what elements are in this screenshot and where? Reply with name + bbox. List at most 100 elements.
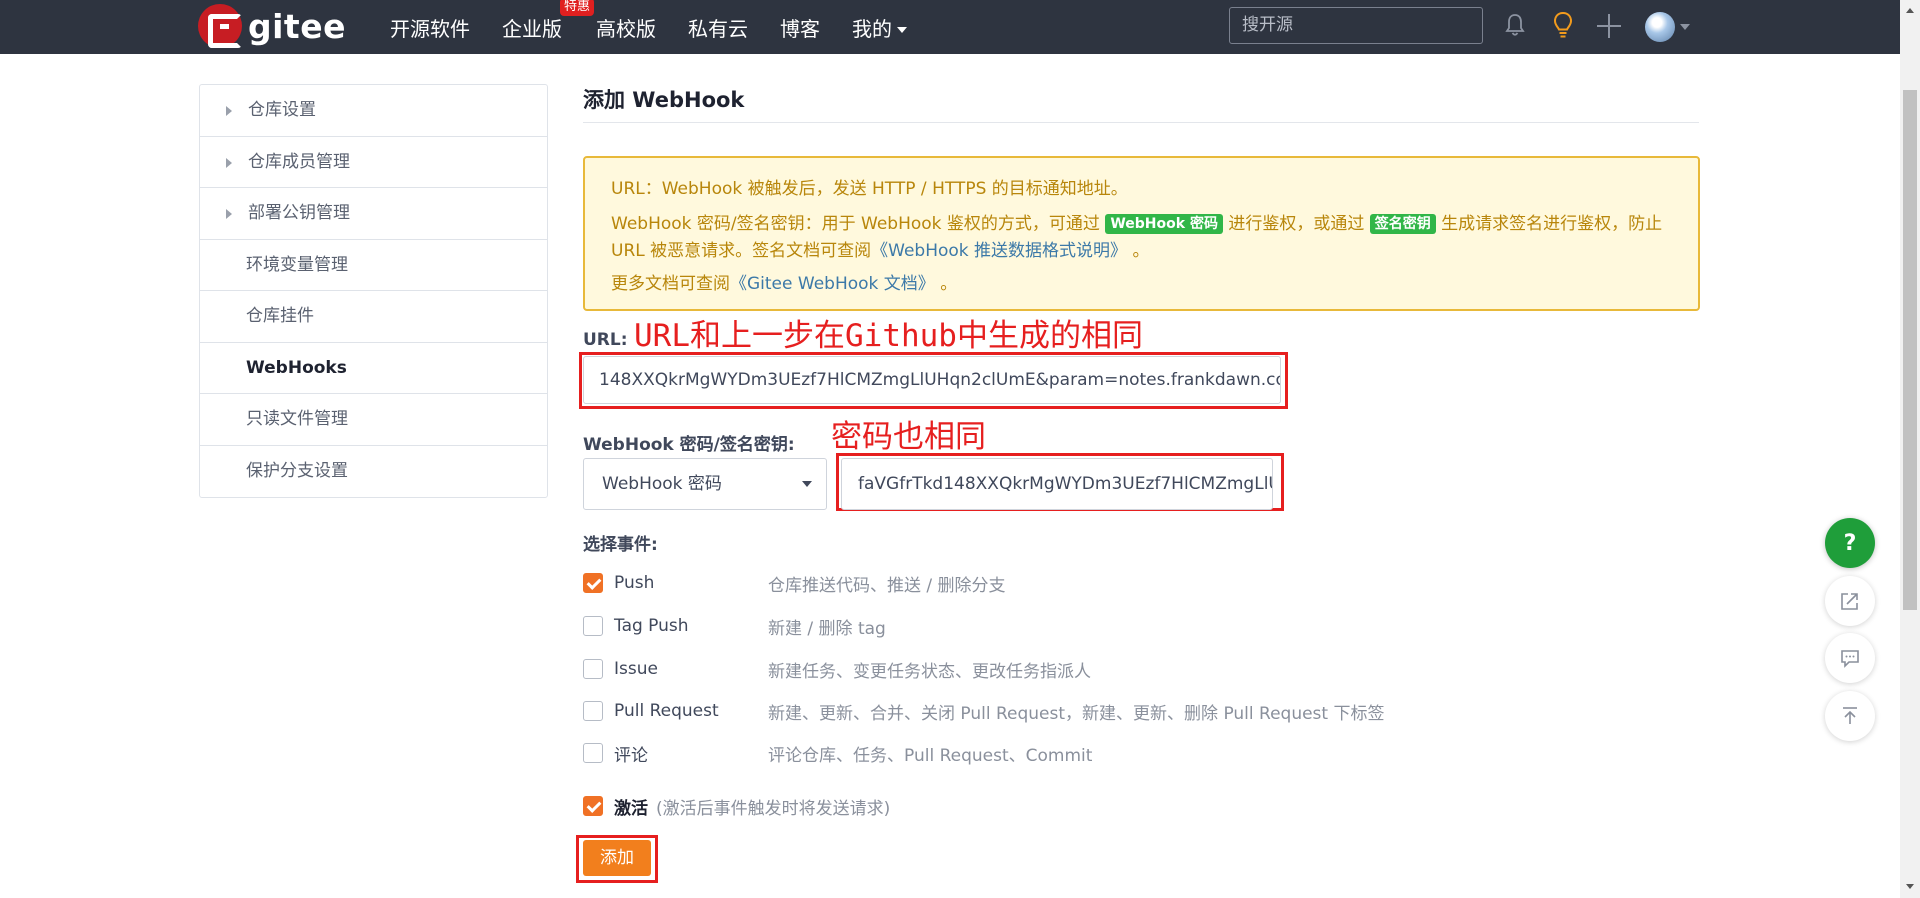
nav-item-mine-label: 我的 (852, 16, 892, 41)
share-button[interactable] (1825, 576, 1875, 626)
notice-text: 。 (1132, 241, 1150, 261)
caret-right-icon (226, 209, 232, 219)
chevron-down-icon (802, 481, 812, 487)
gitee-webhook-doc-link[interactable]: 《Gitee WebHook 文档》 (730, 274, 935, 294)
caret-right-icon (226, 106, 232, 116)
info-notice: URL：WebHook 被触发后，发送 HTTP / HTTPS 的目标通知地址… (583, 156, 1700, 311)
sidebar-item-label: 仓库成员管理 (248, 151, 350, 172)
event-row-tag-push: Tag Push 新建 / 删除 tag (583, 614, 886, 639)
notice-text: 更多文档可查阅 (611, 274, 730, 294)
event-description: 仓库推送代码、推送 / 删除分支 (768, 575, 1006, 596)
sidebar-item-label: 保护分支设置 (246, 460, 348, 481)
notice-text: 。 (940, 274, 958, 294)
activate-checkbox[interactable] (583, 796, 603, 816)
sidebar-item-label: 仓库挂件 (246, 306, 314, 326)
settings-sidebar: 仓库设置 仓库成员管理 部署公钥管理 环境变量管理 仓库挂件 WebHooks … (199, 84, 548, 498)
notice-url-text: URL：WebHook 被触发后，发送 HTTP / HTTPS 的目标通知地址… (611, 179, 1128, 199)
notice-secret-text: WebHook 密码/签名密钥：用于 WebHook 鉴权的方式，可通过 Web… (611, 211, 1672, 265)
push-format-doc-link[interactable]: 《WebHook 推送数据格式说明》 (871, 241, 1127, 261)
event-description: 新建 / 删除 tag (768, 618, 886, 639)
signing-key-tag: 签名密钥 (1369, 214, 1436, 234)
back-to-top-button[interactable] (1825, 691, 1875, 741)
event-description: 新建任务、变更任务状态、更改任务指派人 (768, 661, 1091, 682)
sidebar-item-label: 只读文件管理 (246, 409, 348, 429)
bell-icon[interactable] (1505, 13, 1525, 37)
nav-item-enterprise[interactable]: 企业版 特惠 (502, 0, 594, 42)
url-label: URL: (583, 330, 628, 350)
sidebar-item-readonly-files[interactable]: 只读文件管理 (200, 394, 547, 446)
sidebar-item-protected-branches[interactable]: 保护分支设置 (200, 446, 547, 498)
sidebar-item-label: 部署公钥管理 (248, 203, 350, 223)
event-name: 评论 (614, 745, 648, 766)
url-input[interactable]: 148XXQkrMgWYDm3UEzf7HlCMZmgLlUHqn2clUmE&… (583, 356, 1281, 404)
caret-right-icon (226, 157, 232, 168)
title-divider (583, 122, 1699, 123)
scrollbar-thumb[interactable] (1903, 90, 1917, 610)
search-input[interactable]: 搜开源 (1229, 7, 1483, 44)
promo-badge: 特惠 (559, 0, 594, 16)
scroll-up-arrow-icon[interactable] (1906, 8, 1914, 13)
chat-icon (1841, 650, 1859, 668)
add-webhook-button[interactable]: 添加 (583, 840, 651, 876)
event-description: 评论仓库、任务、Pull Request、Commit (768, 745, 1093, 766)
secret-type-select[interactable]: WebHook 密码 (583, 458, 827, 510)
sidebar-item-widgets[interactable]: 仓库挂件 (200, 291, 547, 343)
scroll-down-arrow-icon[interactable] (1906, 884, 1914, 889)
sidebar-item-repo-settings[interactable]: 仓库设置 (200, 85, 547, 137)
webhook-password-tag: WebHook 密码 (1105, 214, 1223, 234)
nav-item-open-source[interactable]: 开源软件 (390, 13, 470, 42)
pull-request-checkbox[interactable] (583, 701, 603, 721)
secret-annotation: 密码也相同 (831, 419, 986, 455)
top-navigation-bar: gitee 开源软件 企业版 特惠 高校版 私有云 博客 我的 搜开源 (0, 0, 1900, 54)
event-description: 新建、更新、合并、关闭 Pull Request，新建、更新、删除 Pull R… (768, 703, 1385, 724)
notice-more-docs: 更多文档可查阅《Gitee WebHook 文档》 。 (611, 271, 1672, 298)
event-row-comment: 评论 评论仓库、任务、Pull Request、Commit (583, 741, 1092, 766)
activate-label: 激活 (614, 798, 648, 819)
logo-text: gitee (248, 6, 346, 46)
events-label: 选择事件: (583, 535, 658, 555)
gitee-logo[interactable]: gitee (198, 4, 346, 48)
nav-item-private-cloud[interactable]: 私有云 (688, 13, 748, 42)
sidebar-item-deploy-keys[interactable]: 部署公钥管理 (200, 188, 547, 240)
comment-checkbox[interactable] (583, 743, 603, 763)
issue-checkbox[interactable] (583, 659, 603, 679)
main-nav: 开源软件 企业版 特惠 高校版 私有云 博客 我的 (390, 0, 939, 54)
lightbulb-icon[interactable] (1552, 11, 1574, 39)
nav-item-mine[interactable]: 我的 (852, 13, 907, 42)
nav-item-blog[interactable]: 博客 (780, 13, 820, 42)
gitee-logo-icon (198, 4, 242, 48)
avatar-chevron-down-icon[interactable] (1680, 24, 1690, 30)
nav-item-education[interactable]: 高校版 (596, 13, 656, 42)
share-icon (1841, 593, 1858, 610)
feedback-button[interactable] (1825, 633, 1875, 683)
activate-text: 激活 (激活后事件触发时将发送请求) (614, 794, 890, 819)
notice-text: WebHook 密码/签名密钥：用于 WebHook 鉴权的方式，可通过 (611, 214, 1100, 234)
page-title: 添加 WebHook (583, 88, 745, 112)
sidebar-item-label: 仓库设置 (248, 100, 316, 120)
sidebar-item-members[interactable]: 仓库成员管理 (200, 137, 547, 188)
secret-type-selected: WebHook 密码 (602, 474, 722, 494)
chevron-down-icon (897, 27, 907, 33)
plus-icon[interactable] (1597, 14, 1621, 38)
event-name: Push (614, 573, 655, 593)
notice-text: 进行鉴权，或通过 (1228, 214, 1365, 234)
push-checkbox[interactable] (583, 573, 603, 593)
user-avatar[interactable] (1645, 12, 1675, 42)
help-button[interactable]: ? (1825, 518, 1875, 568)
tag-push-checkbox[interactable] (583, 616, 603, 636)
event-row-push: Push 仓库推送代码、推送 / 删除分支 (583, 571, 1006, 596)
sidebar-item-webhooks[interactable]: WebHooks (200, 343, 547, 394)
event-name: Pull Request (614, 701, 719, 721)
event-row-pull-request: Pull Request 新建、更新、合并、关闭 Pull Request，新建… (583, 699, 1384, 724)
url-annotation: URL和上一步在Github中生成的相同 (634, 318, 1143, 354)
webhook-form-panel: 添加 WebHook URL：WebHook 被触发后，发送 HTTP / HT… (576, 84, 1700, 883)
sidebar-item-label: 环境变量管理 (246, 254, 348, 275)
page-scrollbar[interactable] (1900, 0, 1920, 898)
nav-item-enterprise-label: 企业版 (502, 16, 562, 41)
event-row-issue: Issue 新建任务、变更任务状态、更改任务指派人 (583, 657, 1091, 682)
secret-input[interactable]: faVGfrTkd148XXQkrMgWYDm3UEzf7HlCMZmgLlUH… (841, 458, 1273, 510)
secret-label: WebHook 密码/签名密钥: (583, 435, 795, 455)
event-name: Tag Push (614, 616, 689, 636)
sidebar-item-env-vars[interactable]: 环境变量管理 (200, 240, 547, 291)
sidebar-item-label: WebHooks (246, 357, 347, 378)
